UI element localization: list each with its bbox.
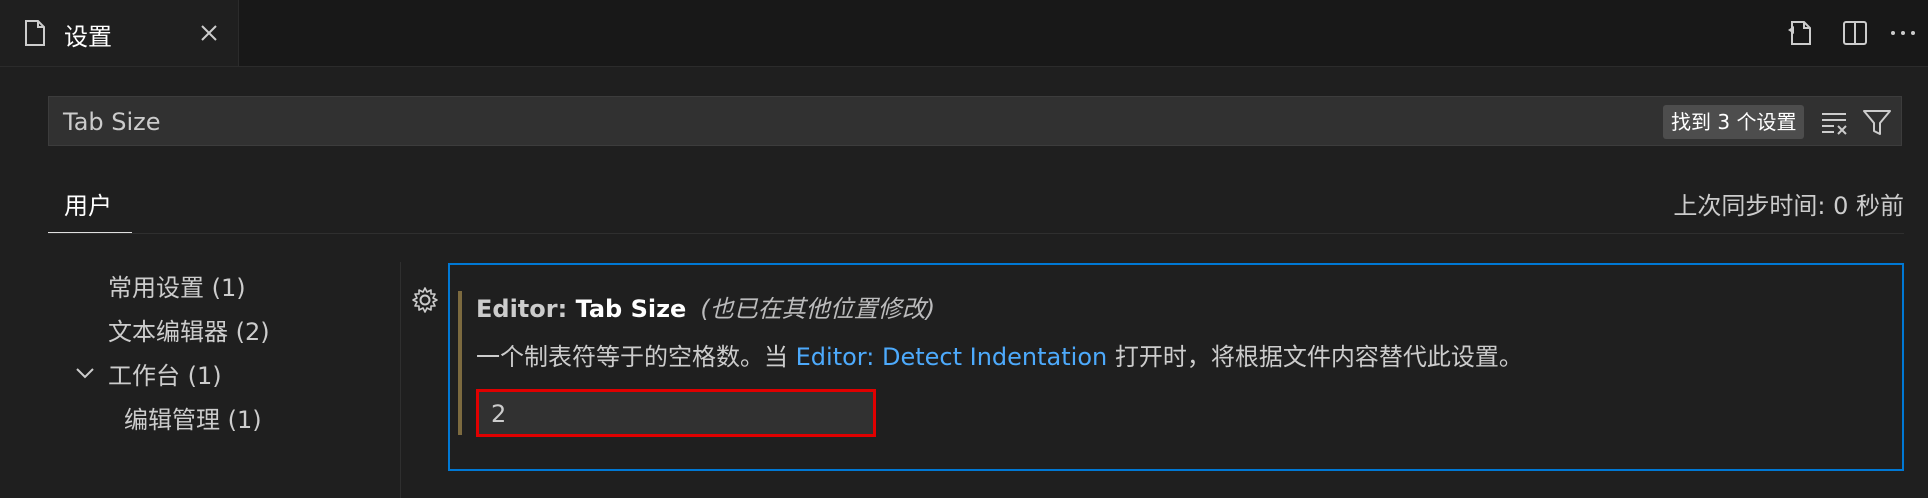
divider [48, 233, 1904, 234]
gear-icon[interactable] [410, 285, 440, 315]
more-actions-icon[interactable] [1886, 16, 1920, 50]
tab-size-input[interactable]: 2 [476, 389, 876, 437]
tab-size-value[interactable]: 2 [491, 400, 506, 428]
settings-search-input[interactable]: Tab Size 找到 3 个设置 [48, 96, 1902, 146]
toc-item-workbench[interactable]: 工作台 (1) [108, 356, 222, 391]
chevron-down-icon[interactable] [74, 364, 96, 382]
setting-category: Editor: [476, 295, 576, 323]
detect-indentation-link[interactable]: Editor: Detect Indentation [796, 343, 1108, 371]
modified-indicator [458, 291, 462, 435]
setting-description: 一个制表符等于的空格数。当 Editor: Detect Indentation… [476, 337, 1523, 372]
setting-name: Tab Size [575, 295, 687, 323]
filter-icon[interactable] [1861, 107, 1893, 137]
close-icon[interactable] [196, 20, 222, 46]
toc-item-editor-management[interactable]: 编辑管理 (1) [124, 400, 262, 435]
tab-user-settings[interactable]: 用户 [48, 186, 132, 234]
desc-text-after: 打开时，将根据文件内容替代此设置。 [1107, 343, 1523, 371]
search-query[interactable]: Tab Size [63, 108, 161, 136]
setting-item-tab-size: Editor: Tab Size (也已在其他位置修改) 一个制表符等于的空格数。… [448, 263, 1904, 471]
open-settings-json-icon[interactable] [1784, 16, 1818, 50]
search-results-badge: 找到 3 个设置 [1663, 105, 1805, 139]
split-editor-icon[interactable] [1838, 16, 1872, 50]
toc-separator [400, 262, 401, 498]
setting-title: Editor: Tab Size (也已在其他位置修改) [476, 289, 935, 324]
sync-status: 上次同步时间: 0 秒前 [1673, 192, 1904, 220]
tab-settings[interactable]: 设置 [0, 0, 239, 66]
clear-filter-icon[interactable] [1819, 107, 1851, 137]
toc-item-common[interactable]: 常用设置 (1) [108, 268, 246, 303]
desc-text-before: 一个制表符等于的空格数。当 [476, 343, 796, 371]
tab-title: 设置 [64, 23, 112, 51]
user-tab-label: 用户 [64, 192, 112, 220]
editor-tab-bar: 设置 [0, 0, 1928, 67]
toc-item-text-editor[interactable]: 文本编辑器 (2) [108, 312, 270, 347]
file-icon [25, 20, 45, 46]
modified-elsewhere-note[interactable]: (也已在其他位置修改) [700, 295, 935, 323]
